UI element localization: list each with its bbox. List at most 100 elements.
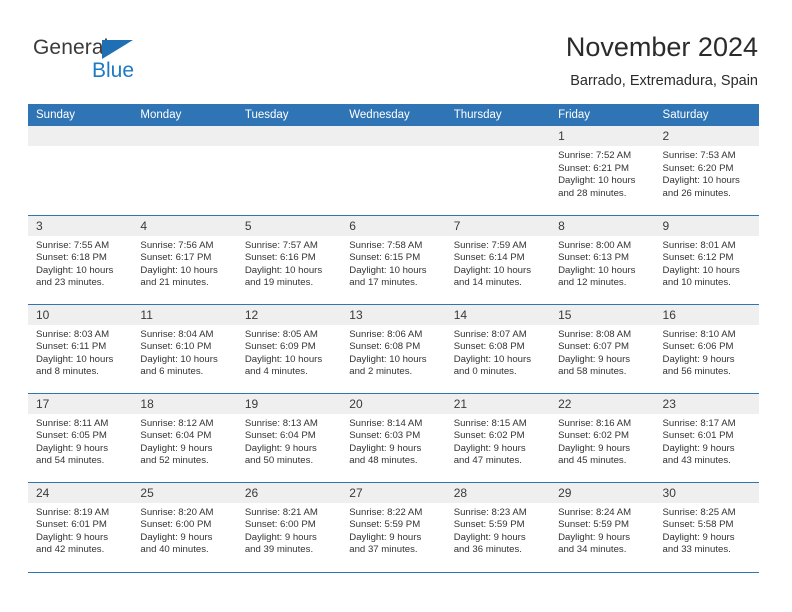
calendar-day-cell[interactable]: 29 Sunrise: 8:24 AM Sunset: 5:59 PM Dayligh…: [550, 481, 655, 571]
calendar-day-cell[interactable]: 14 Sunrise: 8:07 AM Sunset: 6:08 PM Dayligh…: [445, 303, 551, 393]
daylight-text: Daylight: 10 hours and 21 minutes.: [140, 264, 218, 289]
logo-text-blue: Blue: [92, 59, 135, 82]
calendar-day-cell[interactable]: 10 Sunrise: 8:03 AM Sunset: 6:11 PM Dayligh…: [28, 303, 133, 393]
logo-triangle-icon: [102, 40, 133, 59]
calendar-day-cell[interactable]: 28 Sunrise: 8:23 AM Sunset: 5:59 PM Dayligh…: [445, 481, 551, 571]
sunset-text: Sunset: 6:10 PM: [140, 341, 212, 353]
calendar-day-cell[interactable]: 27 Sunrise: 8:22 AM Sunset: 5:59 PM Dayligh…: [341, 481, 446, 571]
day-details: Sunrise: 8:00 AM Sunset: 6:13 PM Daylight:…: [550, 236, 654, 290]
day-details: Sunrise: 8:17 AM Sunset: 6:01 PM Daylight:…: [655, 414, 759, 468]
logo[interactable]: General Blue: [33, 36, 213, 84]
calendar-day-cell[interactable]: 16 Sunrise: 8:10 AM Sunset: 6:06 PM Dayligh…: [654, 303, 759, 393]
calendar-day-cell[interactable]: 21 Sunrise: 8:15 AM Sunset: 6:02 PM Dayligh…: [445, 392, 551, 482]
calendar-day-cell[interactable]: 26 Sunrise: 8:21 AM Sunset: 6:00 PM Dayligh…: [236, 481, 342, 571]
calendar-day-cell[interactable]: 19 Sunrise: 8:13 AM Sunset: 6:04 PM Dayligh…: [236, 392, 342, 482]
calendar-day-cell[interactable]: 25 Sunrise: 8:20 AM Sunset: 6:00 PM Dayligh…: [132, 481, 237, 571]
sunrise-text: Sunrise: 8:20 AM: [140, 506, 214, 518]
day-number: 12: [236, 304, 342, 325]
sunrise-text: Sunrise: 8:10 AM: [662, 328, 736, 340]
weekday-header-monday: Monday: [132, 104, 237, 126]
calendar-day-cell-empty: [236, 126, 342, 215]
sunrise-text: Sunrise: 8:19 AM: [36, 506, 110, 518]
calendar-day-cell[interactable]: 15 Sunrise: 8:08 AM Sunset: 6:07 PM Dayligh…: [550, 303, 655, 393]
sunset-text: Sunset: 6:01 PM: [662, 430, 734, 442]
calendar-day-cell[interactable]: 17 Sunrise: 8:11 AM Sunset: 6:05 PM Dayligh…: [28, 392, 133, 482]
sunset-text: Sunset: 5:58 PM: [662, 519, 734, 531]
calendar-day-cell[interactable]: 7 Sunrise: 7:59 AM Sunset: 6:14 PM Daylight…: [445, 214, 551, 304]
sunset-text: Sunset: 6:03 PM: [349, 430, 421, 442]
daylight-text: Daylight: 10 hours and 6 minutes.: [140, 353, 218, 378]
sunset-text: Sunset: 6:07 PM: [558, 341, 630, 353]
day-details: Sunrise: 7:58 AM Sunset: 6:15 PM Daylight:…: [341, 236, 445, 290]
sunrise-text: Sunrise: 8:23 AM: [453, 506, 527, 518]
day-number: 22: [550, 393, 655, 414]
calendar-day-cell[interactable]: 5 Sunrise: 7:57 AM Sunset: 6:16 PM Daylight…: [236, 214, 342, 304]
calendar-day-cell[interactable]: 8 Sunrise: 8:00 AM Sunset: 6:13 PM Daylight…: [550, 214, 655, 304]
daylight-text: Daylight: 9 hours and 48 minutes.: [349, 442, 422, 467]
sunset-text: Sunset: 6:11 PM: [36, 341, 107, 353]
calendar-day-cell[interactable]: 20 Sunrise: 8:14 AM Sunset: 6:03 PM Dayligh…: [341, 392, 446, 482]
calendar-page: General Blue November 2024 Barrado, Extr…: [0, 0, 792, 612]
daylight-text: Daylight: 10 hours and 17 minutes.: [349, 264, 427, 289]
calendar-day-cell[interactable]: 6 Sunrise: 7:58 AM Sunset: 6:15 PM Daylight…: [341, 214, 446, 304]
calendar-day-cell[interactable]: 22 Sunrise: 8:16 AM Sunset: 6:02 PM Dayligh…: [550, 392, 655, 482]
calendar-day-cell[interactable]: 4 Sunrise: 7:56 AM Sunset: 6:17 PM Daylight…: [132, 214, 237, 304]
sunset-text: Sunset: 6:14 PM: [453, 252, 525, 264]
daylight-text: Daylight: 10 hours and 19 minutes.: [244, 264, 323, 289]
day-number: 28: [445, 482, 551, 503]
sunrise-text: Sunrise: 8:07 AM: [453, 328, 527, 340]
day-number: [236, 126, 342, 146]
day-details: Sunrise: 7:56 AM Sunset: 6:17 PM Daylight:…: [132, 236, 236, 290]
sunset-text: Sunset: 6:04 PM: [140, 430, 212, 442]
calendar-day-cell[interactable]: 3 Sunrise: 7:55 AM Sunset: 6:18 PM Daylight…: [28, 214, 133, 304]
day-details: Sunrise: 8:24 AM Sunset: 5:59 PM Daylight:…: [550, 503, 654, 557]
calendar-day-cell[interactable]: 1 Sunrise: 7:52 AM Sunset: 6:21 PM Daylight…: [550, 126, 655, 215]
day-details: Sunrise: 7:53 AM Sunset: 6:20 PM Daylight:…: [655, 146, 759, 200]
day-number: 11: [132, 304, 237, 325]
day-number: [132, 126, 237, 146]
daylight-text: Daylight: 10 hours and 2 minutes.: [349, 353, 427, 378]
daylight-text: Daylight: 9 hours and 33 minutes.: [662, 531, 735, 556]
sunrise-text: Sunrise: 8:24 AM: [558, 506, 632, 518]
day-details: Sunrise: 8:12 AM Sunset: 6:04 PM Daylight:…: [132, 414, 236, 468]
sunset-text: Sunset: 6:21 PM: [558, 162, 630, 174]
day-details: Sunrise: 8:21 AM Sunset: 6:00 PM Daylight:…: [237, 503, 341, 557]
day-details: Sunrise: 8:06 AM Sunset: 6:08 PM Daylight:…: [341, 325, 445, 379]
daylight-text: Daylight: 10 hours and 14 minutes.: [453, 264, 532, 289]
day-details: Sunrise: 8:20 AM Sunset: 6:00 PM Daylight:…: [132, 503, 236, 557]
sunset-text: Sunset: 6:04 PM: [244, 430, 316, 442]
sunrise-text: Sunrise: 7:59 AM: [453, 239, 527, 251]
calendar-day-cell[interactable]: 9 Sunrise: 8:01 AM Sunset: 6:12 PM Daylight…: [654, 214, 759, 304]
calendar-day-cell[interactable]: 13 Sunrise: 8:06 AM Sunset: 6:08 PM Dayligh…: [341, 303, 446, 393]
day-number: 26: [236, 482, 342, 503]
title-block: November 2024 Barrado, Extremadura, Spai…: [566, 30, 758, 90]
weekday-header-sunday: Sunday: [28, 104, 133, 126]
calendar-day-cell[interactable]: 24 Sunrise: 8:19 AM Sunset: 6:01 PM Dayligh…: [28, 481, 133, 571]
day-details: Sunrise: 8:16 AM Sunset: 6:02 PM Daylight:…: [550, 414, 654, 468]
calendar-day-cell[interactable]: 11 Sunrise: 8:04 AM Sunset: 6:10 PM Dayligh…: [132, 303, 237, 393]
page-title: November 2024: [565, 32, 758, 62]
day-number: 10: [28, 304, 133, 325]
daylight-text: Daylight: 10 hours and 26 minutes.: [662, 175, 740, 199]
sunrise-text: Sunrise: 8:00 AM: [558, 239, 632, 251]
day-details: Sunrise: 8:10 AM Sunset: 6:06 PM Daylight:…: [655, 325, 759, 379]
day-number: 9: [654, 215, 759, 236]
daylight-text: Daylight: 10 hours and 28 minutes.: [558, 175, 636, 199]
day-details: Sunrise: 8:23 AM Sunset: 5:59 PM Daylight:…: [446, 503, 550, 557]
calendar-day-cell[interactable]: 2 Sunrise: 7:53 AM Sunset: 6:20 PM Daylight…: [654, 126, 759, 215]
day-number: [445, 126, 551, 146]
daylight-text: Daylight: 9 hours and 50 minutes.: [244, 442, 317, 467]
weekday-header-friday: Friday: [550, 104, 655, 126]
daylight-text: Daylight: 10 hours and 23 minutes.: [36, 264, 114, 289]
daylight-text: Daylight: 10 hours and 12 minutes.: [558, 264, 636, 289]
calendar-day-cell[interactable]: 18 Sunrise: 8:12 AM Sunset: 6:04 PM Dayligh…: [132, 392, 237, 482]
day-number: 19: [236, 393, 342, 414]
sunset-text: Sunset: 6:06 PM: [662, 341, 734, 353]
calendar-day-cell[interactable]: 12 Sunrise: 8:05 AM Sunset: 6:09 PM Dayligh…: [236, 303, 342, 393]
sunset-text: Sunset: 6:09 PM: [244, 341, 316, 353]
sunrise-text: Sunrise: 8:16 AM: [558, 417, 632, 429]
calendar-day-cell[interactable]: 30 Sunrise: 8:25 AM Sunset: 5:58 PM Dayligh…: [654, 481, 759, 571]
day-details: Sunrise: 8:13 AM Sunset: 6:04 PM Daylight:…: [237, 414, 341, 468]
calendar-day-cell[interactable]: 23 Sunrise: 8:17 AM Sunset: 6:01 PM Dayligh…: [654, 392, 759, 482]
sunrise-text: Sunrise: 8:01 AM: [662, 239, 736, 251]
